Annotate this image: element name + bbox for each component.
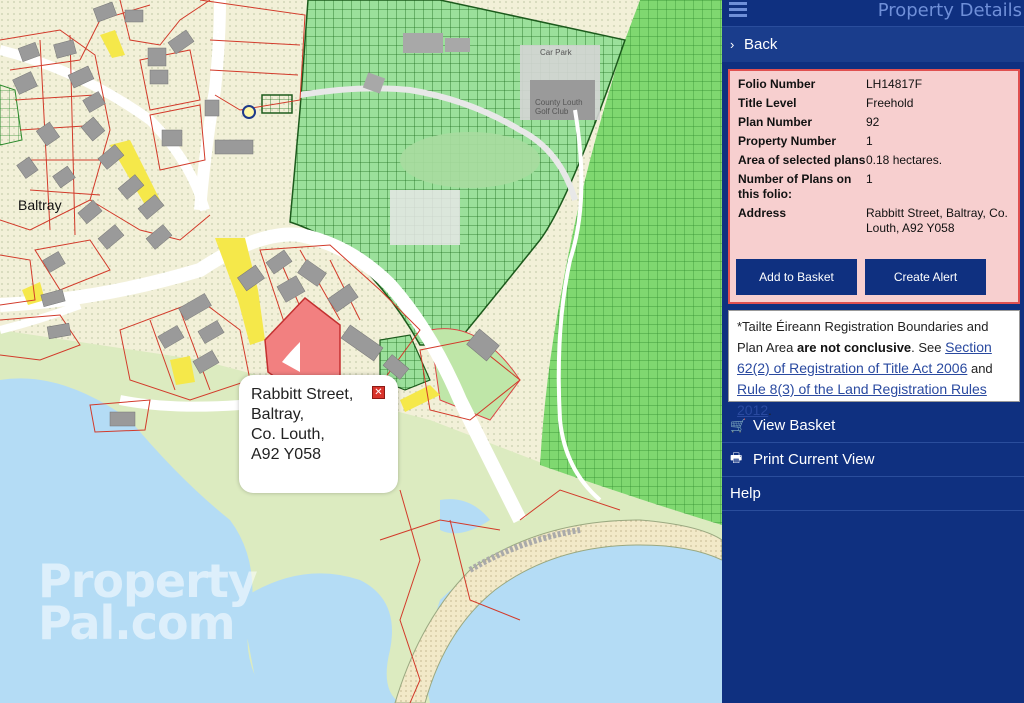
car-park-label: Car Park <box>540 48 572 57</box>
property-details-panel: Property Details › Back Folio Number LH1… <box>722 0 1024 703</box>
detail-label: Folio Number <box>738 77 816 91</box>
detail-label: Property Number <box>738 134 837 148</box>
back-button[interactable]: › Back <box>722 26 1024 62</box>
detail-row: Plan Number 92 <box>738 115 1010 130</box>
printer-icon: 🖶 <box>730 449 743 465</box>
panel-menu: 🛒 View Basket 🖶 Print Current View Help <box>722 409 1024 511</box>
detail-value: 0.18 hectares. <box>866 153 943 167</box>
action-buttons: Add to Basket Create Alert <box>736 259 986 295</box>
add-to-basket-button[interactable]: Add to Basket <box>736 259 857 295</box>
print-view-button[interactable]: 🖶 Print Current View <box>722 443 1024 477</box>
detail-value: LH14817F <box>866 77 923 91</box>
detail-value: 1 <box>866 172 873 186</box>
popup-line-county: Co. Louth, <box>251 426 325 443</box>
menu-label: Print Current View <box>753 451 875 468</box>
panel-header: Property Details <box>722 0 1024 26</box>
detail-value: Freehold <box>866 96 914 110</box>
detail-row: Title Level Freehold <box>738 96 1010 111</box>
menu-label: Help <box>730 485 761 502</box>
folio-details-box: Folio Number LH14817F Title Level Freeho… <box>728 69 1020 304</box>
building <box>403 33 443 53</box>
detail-row: Property Number 1 <box>738 134 1010 149</box>
detail-row: Area of selected plans 0.18 hectares. <box>738 153 1010 168</box>
detail-label: Plan Number <box>738 115 813 129</box>
popup-line-street: Rabbitt Street, <box>251 386 354 403</box>
menu-label: View Basket <box>753 417 836 434</box>
propertypal-watermark: Property Pal.com <box>38 554 258 650</box>
popup-line-eircode: A92 Y058 <box>251 446 321 463</box>
detail-label: Number of Plans on this folio: <box>738 172 852 201</box>
help-button[interactable]: Help <box>722 477 1024 511</box>
detail-label: Title Level <box>738 96 797 110</box>
detail-label: Address <box>738 206 787 220</box>
map-view[interactable]: Baltray Car Park County Louth Golf Club … <box>0 0 722 703</box>
disclaimer-notice: *Tailte Éireann Registration Boundaries … <box>728 310 1020 418</box>
chevron-right-icon: › <box>730 37 735 52</box>
panel-title: Property Details <box>877 0 1022 21</box>
view-basket-button[interactable]: 🛒 View Basket <box>722 409 1024 443</box>
detail-row: Folio Number LH14817F <box>738 77 1010 92</box>
sea-inlet <box>240 573 400 703</box>
hamburger-menu-icon[interactable] <box>729 2 747 18</box>
back-label: Back <box>744 36 778 53</box>
fairway <box>400 132 540 188</box>
popup-close-icon[interactable]: ✕ <box>372 386 385 399</box>
detail-value: 92 <box>866 115 880 129</box>
create-alert-button[interactable]: Create Alert <box>865 259 986 295</box>
place-label-baltray: Baltray <box>18 197 62 213</box>
detail-row: Number of Plans on this folio: 1 <box>738 172 1010 202</box>
building <box>445 38 470 52</box>
location-marker[interactable] <box>242 105 256 119</box>
cart-icon: 🛒 <box>730 417 747 433</box>
detail-value: Rabbitt Street, Baltray, Co. Louth, A92 … <box>866 206 1008 235</box>
detail-label: Area of selected plans <box>738 153 866 167</box>
popup-line-town: Baltray, <box>251 406 305 423</box>
golf-club-label: County Louth Golf Club <box>535 98 583 116</box>
detail-row: Address Rabbitt Street, Baltray, Co. Lou… <box>738 206 1010 236</box>
address-popup: Rabbitt Street, Baltray, Co. Louth, A92 … <box>239 375 398 493</box>
practice-area <box>390 190 460 245</box>
detail-value: 1 <box>866 134 873 148</box>
